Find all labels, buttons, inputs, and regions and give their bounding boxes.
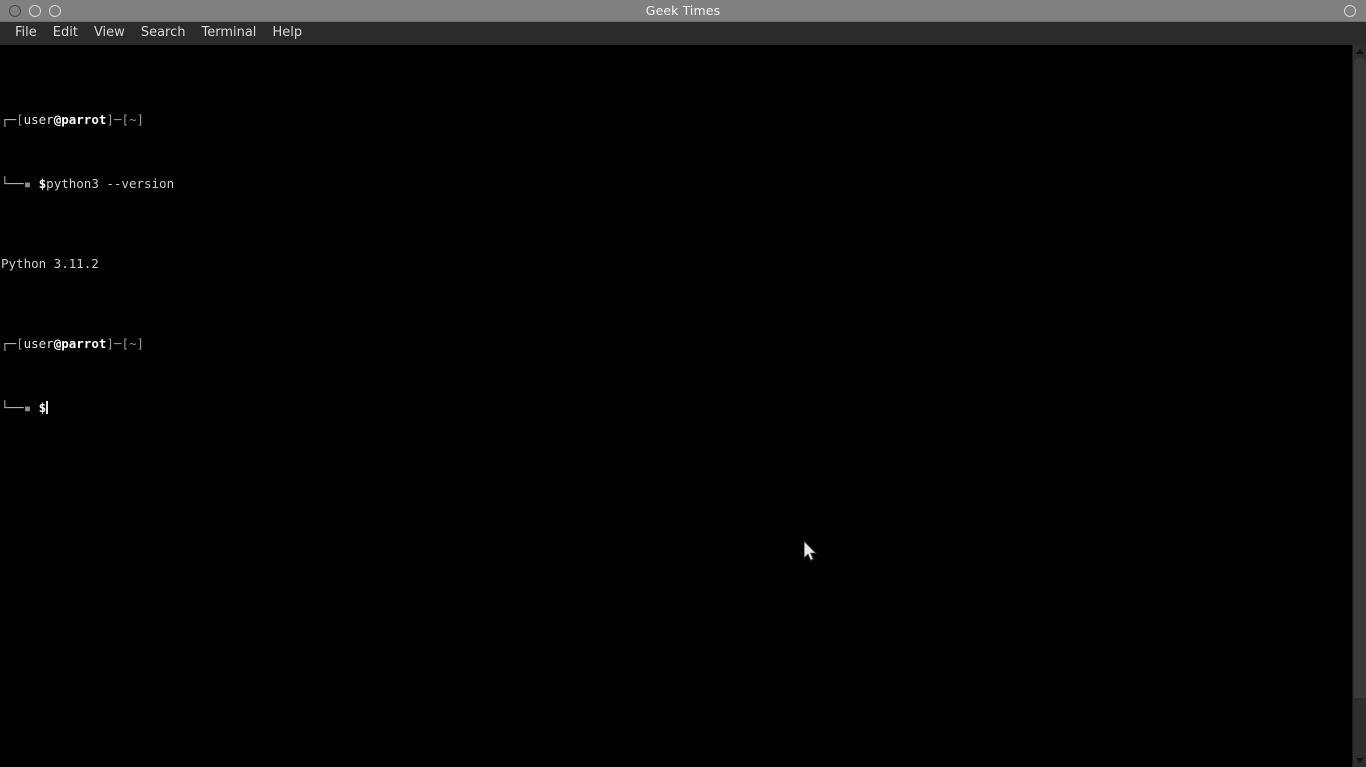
terminal-command-text: python3 --version [46,176,175,191]
prompt-path: ~ [128,112,137,127]
menu-bar: File Edit View Search Terminal Help [0,22,1366,45]
menu-item-view[interactable]: View [86,23,133,44]
menu-item-file[interactable]: File [7,23,45,44]
prompt-line-command: └──▪ $python3 --version [1,176,1352,192]
menu-item-help[interactable]: Help [264,23,310,44]
window-title: Geek Times [645,3,721,18]
close-circle-icon[interactable] [9,4,21,17]
prompt-tick: ▪ [23,176,32,191]
maximize-circle-icon[interactable] [49,4,61,17]
prompt-line-head: ┌─[user@parrot]─[~] [1,112,1352,128]
menu-item-search[interactable]: Search [133,23,194,44]
scroll-down-arrow-icon[interactable] [1353,754,1366,767]
menu-circle-icon[interactable] [1344,5,1356,17]
scrollbar-thumb[interactable] [1353,58,1366,698]
prompt-bracket-close-4: ] [136,336,145,351]
window-titlebar: Geek Times [0,0,1366,22]
prompt-bracket-close: ] [106,112,114,127]
prompt-bracket-close-3: ] [106,336,114,351]
prompt-line-input[interactable]: └──▪ $ [1,400,1352,416]
prompt-line-head-current: ┌─[user@parrot]─[~] [1,336,1352,352]
prompt-bracket-open-3: [ [16,336,24,351]
prompt-user: user [23,112,54,127]
prompt-frame-top: ┌─ [1,112,17,127]
text-cursor [46,401,48,414]
prompt-bracket-open: [ [16,112,24,127]
terminal-window: Geek Times File Edit View Search Termina… [0,0,1366,767]
prompt-host: parrot [61,112,107,127]
prompt-bracket-open-4: [ [121,336,129,351]
prompt-user-2: user [23,336,54,351]
prompt-tick-2: ▪ [23,400,32,415]
prompt-dollar-2: $ [38,400,47,415]
window-controls [0,4,61,17]
prompt-path-2: ~ [128,336,137,351]
terminal-screen[interactable]: ┌─[user@parrot]─[~] └──▪ $python3 --vers… [0,45,1352,767]
terminal-scrollbar[interactable] [1352,45,1366,767]
prompt-frame-top-2: ┌─ [1,336,17,351]
prompt-frame-bottom-2: └── [1,400,24,415]
prompt-bracket-close-2: ] [136,112,145,127]
prompt-bracket-open-2: [ [121,112,129,127]
menu-item-terminal[interactable]: Terminal [193,23,264,44]
prompt-frame-bottom: └── [1,176,24,191]
minimize-circle-icon[interactable] [29,4,41,17]
window-controls-right [1344,0,1356,22]
prompt-host-2: parrot [61,336,107,351]
menu-item-edit[interactable]: Edit [45,23,86,44]
scroll-up-arrow-icon[interactable] [1353,45,1366,58]
terminal-output-line: Python 3.11.2 [1,256,1352,272]
terminal-output-text: Python 3.11.2 [1,256,99,271]
scrollbar-track[interactable] [1353,58,1366,754]
terminal-area[interactable]: ┌─[user@parrot]─[~] └──▪ $python3 --vers… [0,45,1366,767]
